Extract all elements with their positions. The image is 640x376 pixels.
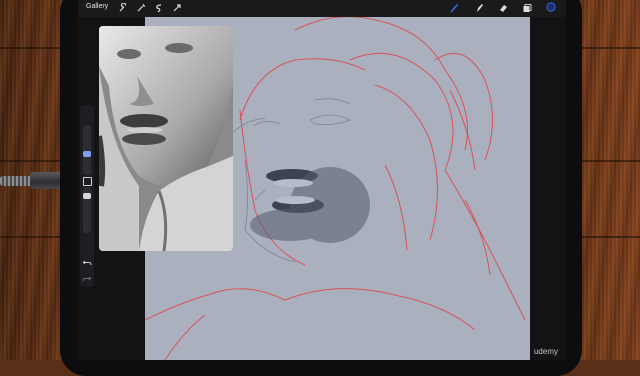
reference-image-window[interactable] (99, 26, 233, 251)
top-toolbar: Gallery (78, 0, 566, 17)
brush-icon[interactable] (449, 3, 459, 13)
selection-icon[interactable] (154, 3, 164, 13)
left-sidebar (80, 105, 94, 287)
transform-arrow-icon[interactable] (172, 3, 182, 13)
color-swatch-icon[interactable] (546, 2, 558, 14)
magic-wand-icon[interactable] (136, 3, 146, 13)
layers-icon[interactable] (522, 3, 532, 13)
reference-photo (99, 26, 233, 251)
brush-size-slider[interactable] (83, 125, 91, 175)
redo-icon[interactable] (82, 271, 92, 282)
modify-button[interactable] (83, 177, 92, 186)
procreate-screen: Gallery udemy (78, 0, 566, 360)
opacity-slider-thumb[interactable] (83, 193, 91, 199)
smudge-icon[interactable] (474, 3, 484, 13)
wrench-icon[interactable] (118, 3, 128, 13)
opacity-slider[interactable] (83, 187, 91, 233)
gallery-button[interactable]: Gallery (86, 3, 108, 10)
usb-cable (0, 176, 34, 186)
eraser-icon[interactable] (498, 3, 508, 13)
undo-icon[interactable] (82, 255, 92, 266)
cable-plug (30, 172, 64, 189)
brush-size-slider-thumb[interactable] (83, 151, 91, 157)
watermark-logo: udemy (533, 347, 558, 356)
